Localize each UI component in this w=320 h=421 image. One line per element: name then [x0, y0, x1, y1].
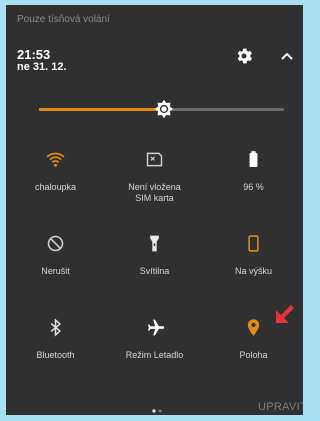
tile-wifi[interactable]: chaloupka: [6, 145, 105, 205]
wifi-icon: [46, 152, 65, 167]
settings-gear-icon[interactable]: [234, 46, 254, 66]
tile-flashlight[interactable]: Svítilna: [105, 229, 204, 289]
brightness-thumb-icon[interactable]: [153, 98, 175, 120]
sim-card-icon: [146, 152, 163, 167]
brightness-track-empty: [164, 108, 284, 111]
location-pin-icon: [247, 319, 260, 336]
tile-location-label: Poloha: [239, 350, 268, 360]
clock-date: ne 31. 12.: [17, 61, 67, 73]
clock-time: 21:53: [17, 47, 51, 62]
brightness-slider[interactable]: [39, 99, 284, 119]
do-not-disturb-icon: [47, 235, 64, 252]
tile-rotation-label: Na výšku: [234, 266, 272, 276]
tile-sim-label-line2: SIM karta: [135, 193, 174, 203]
tile-do-not-disturb[interactable]: Nerušit: [6, 229, 105, 289]
tile-airplane-label: Režim Letadlo: [125, 350, 184, 360]
page-indicator: [152, 409, 162, 413]
tile-sim-label-line1: Není vložena: [128, 182, 181, 192]
battery-icon: [249, 151, 258, 167]
tile-sim[interactable]: Není vložena SIM karta: [105, 145, 204, 205]
brightness-track-filled: [39, 108, 164, 111]
tile-rotation[interactable]: Na výšku: [204, 229, 303, 289]
portrait-rotation-icon: [248, 235, 259, 252]
tile-battery[interactable]: 96 %: [204, 145, 303, 205]
tile-do-not-disturb-label: Nerušit: [41, 266, 70, 276]
tile-wifi-label: chaloupka: [34, 182, 77, 192]
tile-battery-label: 96 %: [243, 182, 264, 192]
quick-settings-panel: Pouze tísňová volání 21:53 ne 31. 12. ch…: [6, 5, 303, 415]
tile-bluetooth-label: Bluetooth: [36, 350, 75, 360]
edit-button[interactable]: UPRAVIT: [258, 401, 303, 413]
tile-airplane[interactable]: Režim Letadlo: [105, 313, 204, 373]
screenshot-frame: Pouze tísňová volání 21:53 ne 31. 12. ch…: [0, 0, 309, 421]
emergency-calls-status: Pouze tísňová volání: [17, 14, 110, 25]
flashlight-icon: [150, 235, 159, 252]
tile-flashlight-label: Svítilna: [139, 266, 170, 276]
tile-bluetooth[interactable]: Bluetooth: [6, 313, 105, 373]
tile-sim-label: Není vložena SIM karta: [105, 182, 204, 204]
bluetooth-icon: [50, 318, 62, 337]
airplane-icon: [147, 319, 165, 336]
collapse-chevron-up-icon[interactable]: [279, 49, 295, 63]
red-pointer-arrow-icon: [276, 305, 294, 323]
